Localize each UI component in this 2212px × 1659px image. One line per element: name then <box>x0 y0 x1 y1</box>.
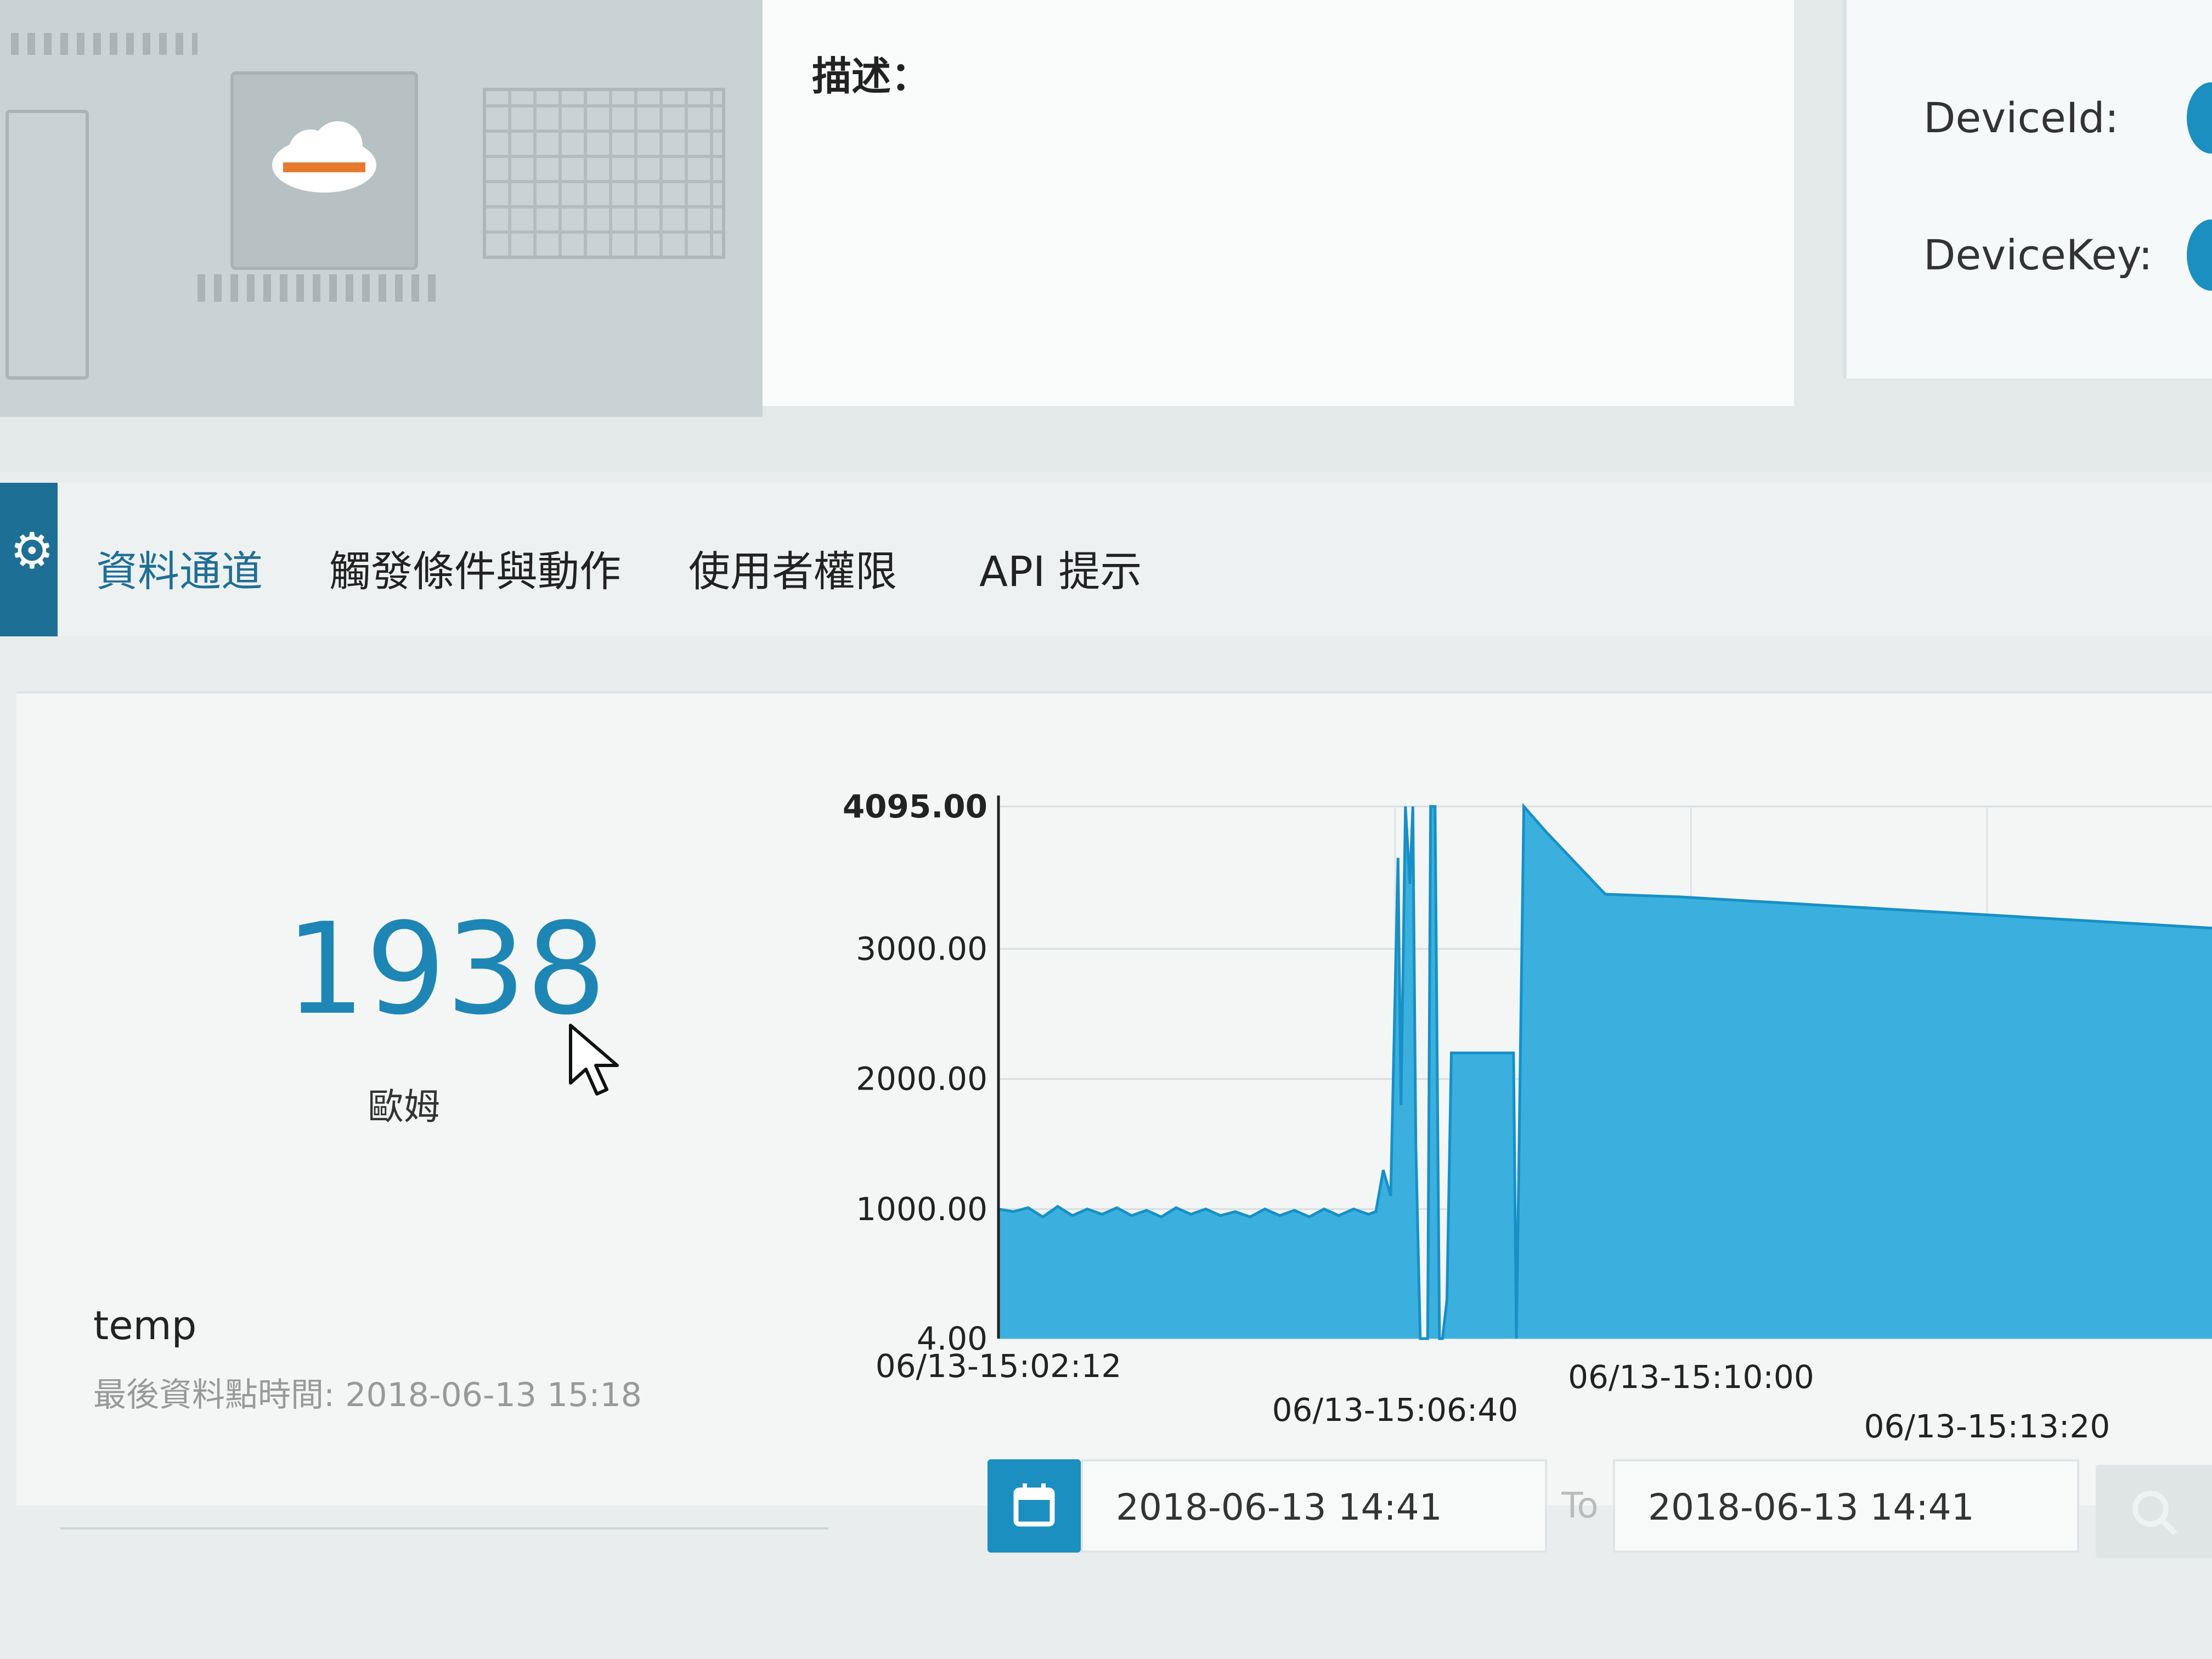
description-label: 描述： <box>812 53 931 99</box>
description-panel: 描述： <box>763 0 1794 406</box>
device-header: 描述： DeviceId: DeviceKey: <box>0 0 2212 472</box>
device-key-value-pill <box>2187 219 2212 291</box>
calendar-icon <box>1013 1483 1055 1527</box>
settings-button[interactable]: ⚙ <box>0 483 58 636</box>
cloud-logo-icon <box>272 121 376 193</box>
search-icon <box>2132 1491 2177 1536</box>
tab-api-hints[interactable]: API 提示 <box>979 538 1142 598</box>
mouse-cursor-icon <box>569 1024 619 1096</box>
device-info-panel: DeviceId: DeviceKey: <box>1843 0 2212 379</box>
tab-data-channel[interactable]: 資料通道 <box>96 538 263 598</box>
tab-bar: ⚙ 資料通道 觸發條件與動作 使用者權限 API 提示 <box>0 483 2212 636</box>
board-component-decoration <box>5 110 89 380</box>
board-pins-decoration <box>11 33 198 55</box>
y-axis-ticks: 4095.003000.002000.001000.004.00 <box>843 788 988 1357</box>
y-tick-label: 1000.00 <box>856 1190 988 1228</box>
device-board-image <box>0 0 763 417</box>
x-tick-label: 06/13-15:06:40 <box>1272 1391 1519 1429</box>
x-tick-label: 06/13-15:13:20 <box>1864 1408 2111 1445</box>
device-id-value-pill <box>2187 82 2212 154</box>
unit-label: 歐姆 <box>368 1086 440 1128</box>
date-to-label: To <box>1561 1486 1599 1526</box>
date-from-input[interactable]: 2018-06-13 14:41 <box>1081 1459 1547 1553</box>
channel-name: temp <box>93 1302 197 1348</box>
tab-user-permissions[interactable]: 使用者權限 <box>689 538 897 598</box>
x-tick-label: 06/13-15:10:00 <box>1568 1358 1814 1396</box>
data-area <box>998 806 2212 1339</box>
date-range-controls: 2018-06-13 14:41 To 2018-06-13 14:41 <box>988 1459 2212 1558</box>
current-value: 1938 <box>285 896 607 1043</box>
y-tick-label: 2000.00 <box>856 1060 988 1098</box>
board-grid-decoration <box>483 88 725 259</box>
x-tick-label: 06/13-15:02:12 <box>876 1347 1122 1385</box>
date-to-value: 2018-06-13 14:41 <box>1648 1486 1974 1528</box>
date-to-input[interactable]: 2018-06-13 14:41 <box>1613 1459 2079 1553</box>
board-pins-decoration <box>198 274 439 302</box>
last-data-point-time: 最後資料點時間: 2018-06-13 15:18 <box>93 1376 642 1414</box>
y-tick-label: 3000.00 <box>856 930 988 968</box>
board-chip <box>230 71 418 270</box>
tab-triggers-actions[interactable]: 觸發條件與動作 <box>329 538 621 598</box>
channel-history-chart: 4095.003000.002000.001000.004.00 06/13-1… <box>843 788 2212 1445</box>
search-button[interactable] <box>2096 1465 2212 1558</box>
x-axis-ticks: 06/13-15:02:12 06/13-15:06:40 06/13-15:10:… <box>876 1347 2111 1445</box>
card-divider <box>60 1527 828 1530</box>
calendar-button[interactable] <box>988 1459 1081 1553</box>
date-from-value: 2018-06-13 14:41 <box>1116 1486 1442 1528</box>
device-key-label: DeviceKey: <box>1923 230 2153 279</box>
device-id-label: DeviceId: <box>1923 93 2119 142</box>
gear-icon: ⚙ <box>10 522 54 580</box>
y-tick-label: 4095.00 <box>843 788 988 825</box>
